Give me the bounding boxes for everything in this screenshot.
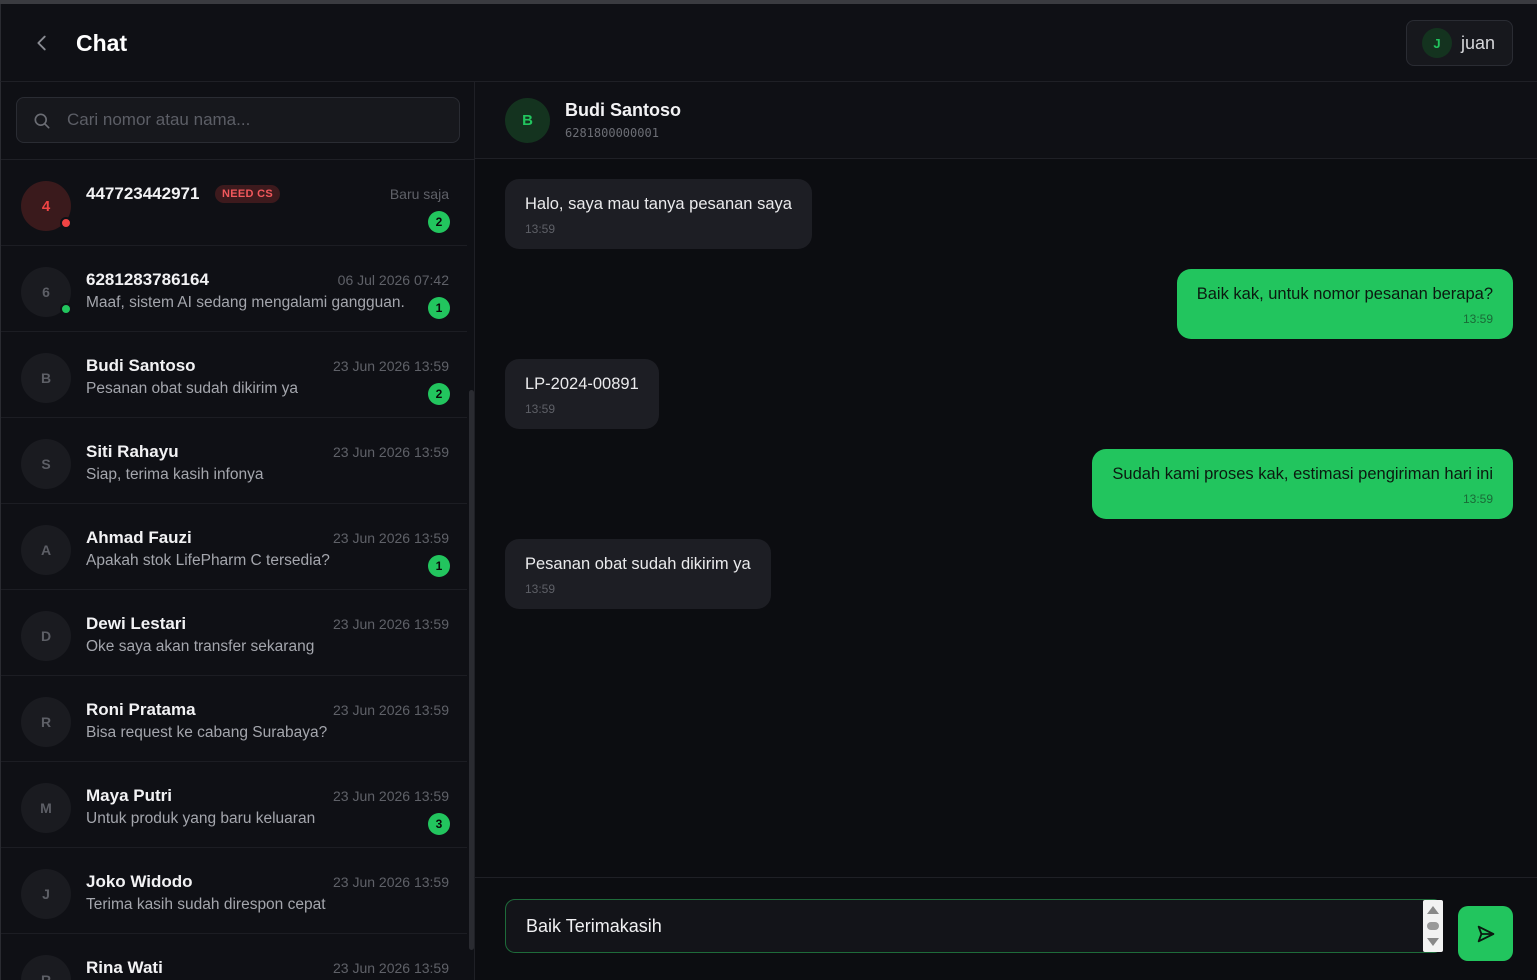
message-time: 13:59 bbox=[525, 582, 556, 596]
conversation-time: 23 Jun 2026 13:59 bbox=[333, 874, 449, 890]
conversation-list: 4 447723442971 NEED CS Baru saja 2 6 628128378… bbox=[1, 160, 467, 980]
conversation-item[interactable]: A Ahmad Fauzi 23 Jun 2026 13:59 Apakah stok… bbox=[1, 504, 467, 590]
back-button[interactable] bbox=[31, 28, 55, 58]
conversation-preview: Apakah stok LifePharm C tersedia? bbox=[86, 552, 330, 569]
user-name: juan bbox=[1461, 32, 1496, 53]
conversation-item[interactable]: R Roni Pratama 23 Jun 2026 13:59 Bisa reque… bbox=[1, 676, 467, 762]
conversation-item[interactable]: 4 447723442971 NEED CS Baru saja 2 bbox=[1, 160, 467, 246]
user-menu-button[interactable]: J juan bbox=[1406, 20, 1513, 66]
message-time: 13:59 bbox=[525, 222, 556, 236]
contact-phone: 6281800000001 bbox=[565, 126, 659, 140]
conversation-avatar: R bbox=[21, 697, 71, 747]
conversation-name: Ahmad Fauzi bbox=[86, 528, 192, 547]
contact-avatar: B bbox=[505, 98, 550, 143]
conversation-item[interactable]: M Maya Putri 23 Jun 2026 13:59 Untuk produk… bbox=[1, 762, 467, 848]
message-text: LP-2024-00891 bbox=[525, 375, 639, 393]
spinner-handle bbox=[1427, 922, 1439, 930]
conversation-preview: Untuk produk yang baru keluaran bbox=[86, 810, 316, 827]
conversation-name: Dewi Lestari bbox=[86, 614, 187, 633]
incoming-message: Halo, saya mau tanya pesanan saya 13:59 bbox=[505, 179, 812, 249]
message-time: 13:59 bbox=[1462, 312, 1493, 326]
chevron-left-icon bbox=[37, 35, 46, 51]
send-icon bbox=[1477, 925, 1494, 942]
outgoing-message: Sudah kami proses kak, estimasi pengirim… bbox=[1092, 449, 1513, 519]
conversation-item[interactable]: 6 6281283786164 06 Jul 2026 07:42 Maaf, sis… bbox=[1, 246, 467, 332]
contact-name: Budi Santoso bbox=[565, 100, 681, 120]
conversation-name: 6281283786164 bbox=[86, 270, 209, 289]
input-spinner[interactable] bbox=[1423, 900, 1443, 952]
composer bbox=[475, 877, 1537, 980]
message-time: 13:59 bbox=[525, 402, 556, 416]
message-text: Halo, saya mau tanya pesanan saya bbox=[525, 195, 792, 213]
conversation-preview: Bisa request ke cabang Surabaya? bbox=[86, 724, 328, 741]
conversation-avatar: S bbox=[21, 439, 71, 489]
message-text: Baik kak, untuk nomor pesanan berapa? bbox=[1196, 285, 1493, 303]
conversation-name: Budi Santoso bbox=[86, 356, 196, 375]
conversation-preview: Oke saya akan transfer sekarang bbox=[86, 638, 315, 655]
conversation-avatar: D bbox=[21, 611, 71, 661]
conversation-preview: Siap, terima kasih infonya bbox=[86, 466, 264, 483]
conversation-time: 23 Jun 2026 13:59 bbox=[333, 702, 449, 718]
message-text: Pesanan obat sudah dikirim ya bbox=[525, 555, 751, 573]
conversation-preview: Maaf, sistem AI sedang mengalami ganggua… bbox=[86, 294, 405, 311]
chat-header: B Budi Santoso 6281800000001 bbox=[475, 82, 1537, 159]
conversation-name: Roni Pratama bbox=[86, 700, 196, 719]
message-text: Sudah kami proses kak, estimasi pengirim… bbox=[1112, 465, 1493, 483]
message-input[interactable] bbox=[505, 899, 1443, 953]
spinner-down-icon[interactable] bbox=[1427, 938, 1439, 946]
conversation-name: Maya Putri bbox=[86, 786, 172, 805]
conversation-avatar: 4 bbox=[21, 181, 72, 231]
chat-panel: B Budi Santoso 6281800000001 Halo, saya … bbox=[475, 82, 1537, 980]
user-avatar: J bbox=[1422, 28, 1452, 58]
conversation-preview: Terima kasih sudah direspon cepat bbox=[86, 896, 326, 913]
message-time: 13:59 bbox=[1462, 492, 1493, 506]
conversation-item[interactable]: B Budi Santoso 23 Jun 2026 13:59 Pesanan ob… bbox=[1, 332, 467, 418]
send-button[interactable] bbox=[1458, 906, 1513, 961]
conversation-item[interactable]: J Joko Widodo 23 Jun 2026 13:59 Terima kasi… bbox=[1, 848, 467, 934]
conversation-item[interactable]: R Rina Wati 23 Jun 2026 13:59 bbox=[1, 934, 467, 980]
conversation-item[interactable]: S Siti Rahayu 23 Jun 2026 13:59 Siap, terim… bbox=[1, 418, 467, 504]
conversation-name: Joko Widodo bbox=[86, 872, 193, 891]
page-title: Chat bbox=[76, 30, 128, 56]
conversation-sidebar: 4 447723442971 NEED CS Baru saja 2 6 628128378… bbox=[0, 82, 475, 980]
conversation-avatar: J bbox=[21, 869, 71, 919]
unread-count-badge: 2 bbox=[428, 211, 450, 233]
conversation-preview: Pesanan obat sudah dikirim ya bbox=[86, 380, 298, 397]
conversation-name: Siti Rahayu bbox=[86, 442, 179, 461]
conversation-item[interactable]: D Dewi Lestari 23 Jun 2026 13:59 Oke saya a… bbox=[1, 590, 467, 676]
conversation-avatar: A bbox=[21, 525, 71, 575]
conversation-time: 06 Jul 2026 07:42 bbox=[337, 272, 449, 288]
need-cs-badge: NEED CS bbox=[215, 185, 280, 203]
outgoing-message: Baik kak, untuk nomor pesanan berapa? 13:… bbox=[1176, 269, 1513, 339]
conversation-avatar: B bbox=[21, 353, 71, 403]
status-dot bbox=[60, 303, 72, 315]
search-input[interactable] bbox=[67, 98, 447, 142]
conversation-time: 23 Jun 2026 13:59 bbox=[333, 788, 449, 804]
conversation-time: 23 Jun 2026 13:59 bbox=[333, 960, 449, 976]
conversation-avatar: R bbox=[21, 955, 71, 980]
conversation-avatar: M bbox=[21, 783, 71, 833]
conversation-time: 23 Jun 2026 13:59 bbox=[333, 616, 449, 632]
unread-count-badge: 1 bbox=[428, 555, 450, 577]
incoming-message: Pesanan obat sudah dikirim ya 13:59 bbox=[505, 539, 771, 609]
conversation-time: 23 Jun 2026 13:59 bbox=[333, 444, 449, 460]
conversation-name: 447723442971 bbox=[86, 184, 200, 203]
conversation-time: 23 Jun 2026 13:59 bbox=[333, 358, 449, 374]
conversation-time: Baru saja bbox=[389, 186, 449, 202]
spinner-up-icon[interactable] bbox=[1427, 906, 1439, 914]
conversation-time: 23 Jun 2026 13:59 bbox=[333, 530, 449, 546]
conversation-avatar: 6 bbox=[21, 267, 72, 317]
unread-count-badge: 1 bbox=[428, 297, 450, 319]
conversation-name: Rina Wati bbox=[86, 958, 163, 977]
incoming-message: LP-2024-00891 13:59 bbox=[505, 359, 659, 429]
search-icon bbox=[34, 113, 50, 129]
unread-count-badge: 2 bbox=[428, 383, 450, 405]
sidebar-scrollbar[interactable] bbox=[469, 390, 474, 950]
status-dot bbox=[60, 217, 72, 229]
unread-count-badge: 3 bbox=[428, 813, 450, 835]
search-box bbox=[16, 97, 460, 143]
app-header: Chat J juan bbox=[0, 4, 1537, 82]
